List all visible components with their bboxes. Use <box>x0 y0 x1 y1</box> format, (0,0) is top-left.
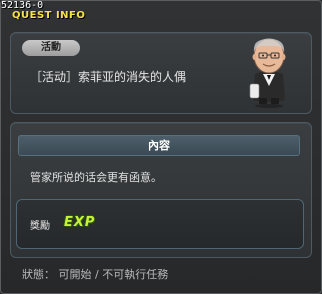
exp-reward-icon: EXP <box>64 215 96 230</box>
reward-label: 獎勵 <box>30 221 50 232</box>
butler-npc-icon <box>249 38 286 108</box>
category-badge: 活動 <box>22 40 80 56</box>
content-text: 管家所说的话会更有函意。 <box>30 171 162 184</box>
content-header: 內容 <box>18 135 300 156</box>
quest-name: ［活动］索菲亚的消失的人偶 <box>30 70 187 84</box>
window-title: QUEST INFO <box>12 10 86 21</box>
quest-status: 狀態： 可開始 / 不可執行任務 <box>22 268 169 281</box>
reward-box <box>16 199 304 249</box>
